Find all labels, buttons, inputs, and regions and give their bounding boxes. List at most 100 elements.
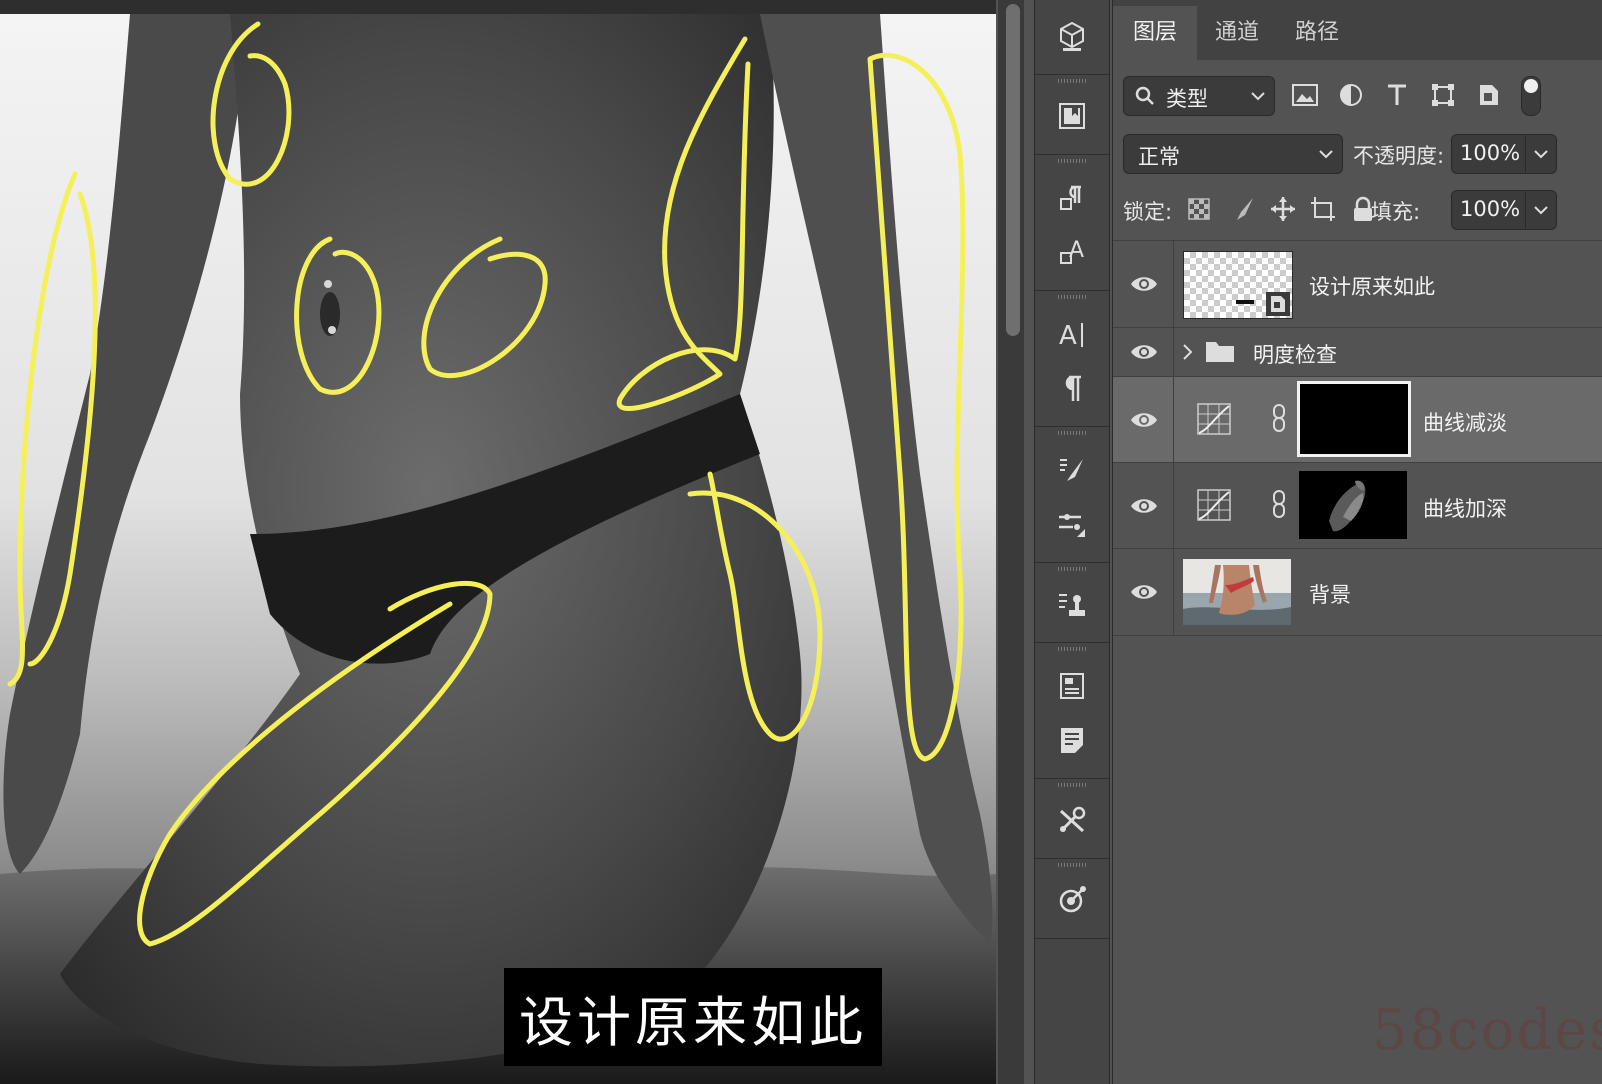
- caption-thumb-mark: [1236, 300, 1254, 304]
- fill-value: 100%: [1460, 197, 1521, 221]
- tab-channels[interactable]: 通道: [1197, 6, 1277, 60]
- shape-filter-icon[interactable]: [1427, 78, 1459, 112]
- visibility-eye-icon[interactable]: [1129, 491, 1159, 521]
- curves-adjustment-icon: [1197, 403, 1231, 435]
- visibility-eye-icon[interactable]: [1129, 405, 1159, 435]
- grip: [1058, 295, 1086, 299]
- lock-position-icon[interactable]: [1267, 192, 1299, 226]
- tab-layers[interactable]: 图层: [1113, 6, 1197, 60]
- canvas-scrollbar-thumb[interactable]: [1006, 4, 1020, 336]
- divider: [1173, 549, 1174, 635]
- tool-group-type: A: [1035, 290, 1109, 427]
- filter-toggle[interactable]: [1521, 76, 1541, 116]
- brush-settings-icon[interactable]: [1052, 450, 1092, 490]
- caption-text: 设计原来如此: [519, 990, 867, 1054]
- opacity-value: 100%: [1460, 141, 1521, 165]
- tool-group-styles: A: [1035, 154, 1109, 291]
- grip: [1058, 79, 1086, 83]
- navigator-icon[interactable]: [1052, 880, 1092, 920]
- smart-object-filter-icon[interactable]: [1473, 78, 1505, 112]
- layer-row-curves-dodge[interactable]: 曲线减淡: [1113, 377, 1602, 463]
- visibility-eye-icon[interactable]: [1129, 269, 1159, 299]
- tool-group-clone: [1035, 562, 1109, 643]
- fill-field[interactable]: 100%: [1451, 190, 1557, 230]
- type-filter-icon[interactable]: [1381, 78, 1413, 112]
- filter-toggle-knob: [1524, 79, 1538, 93]
- svg-text:A: A: [1059, 321, 1077, 351]
- grip: [1058, 159, 1086, 163]
- divider: [1173, 377, 1174, 462]
- tool-group-navigator: [1035, 858, 1109, 939]
- paragraph-icon[interactable]: [1052, 368, 1092, 408]
- visibility-eye-icon[interactable]: [1129, 337, 1159, 367]
- paragraph-styles-icon[interactable]: [1052, 178, 1092, 218]
- info-panel-icon[interactable]: [1052, 666, 1092, 706]
- watermark: 58codes: [1372, 998, 1602, 1063]
- folder-icon: [1206, 342, 1234, 362]
- layer-thumbnail: [1183, 251, 1293, 319]
- lock-label: 锁定:: [1123, 200, 1173, 224]
- tool-group-3d: [1035, 0, 1109, 75]
- character-styles-icon[interactable]: A: [1052, 232, 1092, 272]
- layer-row-curves-burn[interactable]: 曲线加深: [1113, 463, 1602, 549]
- chevron-right-icon[interactable]: [1181, 342, 1195, 362]
- layer-name[interactable]: 曲线减淡: [1423, 407, 1507, 437]
- search-icon: [1135, 86, 1154, 105]
- photo: [0, 14, 996, 1084]
- lock-transparent-pixels-icon[interactable]: [1183, 192, 1215, 226]
- panel-tab-bar: 图层 通道 路径: [1113, 0, 1602, 60]
- chevron-down-icon: [1534, 150, 1548, 159]
- tab-paths[interactable]: 路径: [1277, 6, 1357, 60]
- panel-dock-strip: A A: [1034, 0, 1110, 1084]
- divider: [1173, 328, 1174, 376]
- tool-group-tools: [1035, 778, 1109, 859]
- layer-thumbnail: [1183, 559, 1291, 625]
- grip: [1058, 431, 1086, 435]
- link-chain-icon[interactable]: [1271, 403, 1287, 433]
- divider: [1173, 241, 1174, 327]
- layer-name[interactable]: 设计原来如此: [1309, 271, 1435, 301]
- chevron-down-icon: [1251, 92, 1265, 101]
- lock-artboard-icon[interactable]: [1307, 192, 1339, 226]
- grip: [1058, 567, 1086, 571]
- libraries-icon[interactable]: [1052, 96, 1092, 136]
- filter-kind-select[interactable]: 类型: [1123, 76, 1275, 116]
- canvas-top-edge: [0, 0, 996, 14]
- curves-adjustment-icon: [1197, 489, 1231, 521]
- grip: [1058, 783, 1086, 787]
- tool-presets-icon[interactable]: [1052, 800, 1092, 840]
- fill-label: 填充:: [1371, 200, 1421, 224]
- layer-name[interactable]: 明度检查: [1253, 339, 1337, 369]
- blend-mode-label: 正常: [1138, 145, 1180, 169]
- layer-name[interactable]: 曲线加深: [1423, 493, 1507, 523]
- layer-name[interactable]: 背景: [1309, 579, 1351, 609]
- visibility-eye-icon[interactable]: [1129, 577, 1159, 607]
- fill-dropdown[interactable]: [1525, 191, 1556, 229]
- lock-image-pixels-icon[interactable]: [1227, 192, 1259, 226]
- 3d-icon[interactable]: [1052, 16, 1092, 56]
- opacity-label: 不透明度:: [1353, 144, 1445, 168]
- character-icon[interactable]: A: [1052, 314, 1092, 354]
- opacity-dropdown[interactable]: [1525, 135, 1556, 173]
- opacity-field[interactable]: 100%: [1451, 134, 1557, 174]
- layer-mask-thumbnail[interactable]: [1297, 381, 1411, 457]
- chevron-down-icon: [1534, 206, 1548, 215]
- notes-icon[interactable]: [1052, 720, 1092, 760]
- chevron-down-icon: [1319, 150, 1333, 159]
- grip: [1058, 863, 1086, 867]
- clone-source-icon[interactable]: [1052, 584, 1092, 624]
- divider: [1173, 463, 1174, 548]
- tool-group-brush: [1035, 426, 1109, 563]
- link-chain-icon[interactable]: [1271, 489, 1287, 519]
- layer-row-background[interactable]: 背景: [1113, 549, 1602, 636]
- image-filter-icon[interactable]: [1289, 78, 1321, 112]
- layer-row-smart-object[interactable]: 设计原来如此: [1113, 241, 1602, 328]
- adjustment-filter-icon[interactable]: [1335, 78, 1367, 112]
- layer-mask-thumbnail[interactable]: [1299, 471, 1407, 539]
- layer-row-group[interactable]: 明度检查: [1113, 328, 1602, 377]
- brush-presets-icon[interactable]: [1052, 504, 1092, 544]
- document-canvas[interactable]: 设计原来如此: [0, 0, 996, 1084]
- smart-object-badge-icon: [1266, 292, 1290, 316]
- blend-mode-select[interactable]: 正常: [1123, 134, 1343, 174]
- grip: [1058, 647, 1086, 651]
